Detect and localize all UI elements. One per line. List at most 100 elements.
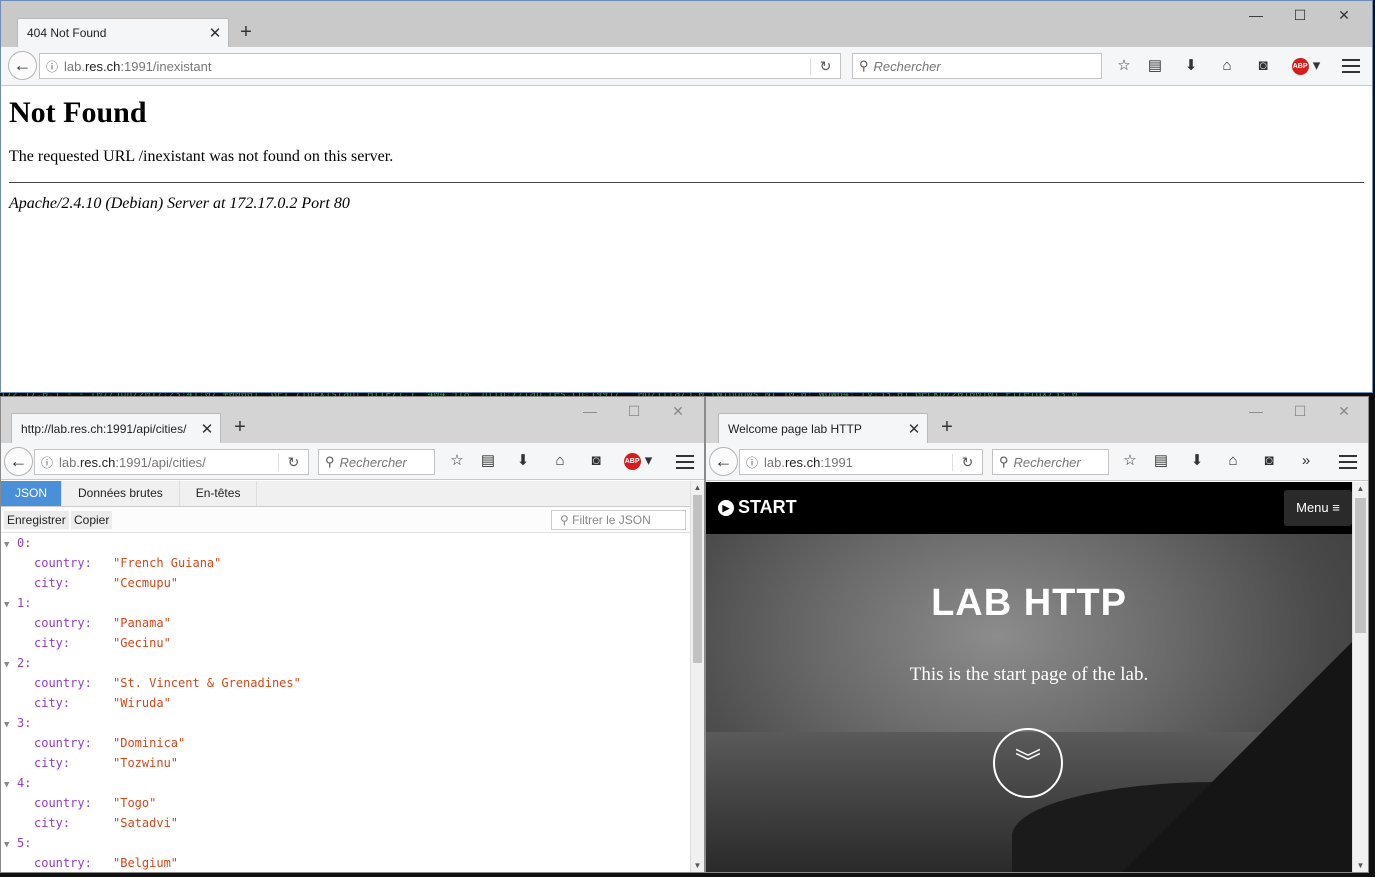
download-icon[interactable]: ⬇: [1185, 449, 1209, 473]
bars-icon: ≡: [1332, 500, 1340, 515]
reading-list-icon[interactable]: ▤: [1149, 449, 1173, 473]
tab-welcome[interactable]: Welcome page lab HTTP ✕: [718, 413, 928, 443]
pocket-icon[interactable]: ◙: [1251, 54, 1275, 78]
url-bar[interactable]: ⓘ lab.res.ch:1991/inexistant ↻: [39, 53, 841, 79]
adblock-icon[interactable]: ABP ▾: [1289, 54, 1323, 78]
expand-arrow-icon[interactable]: ▼: [1, 715, 17, 735]
reload-icon[interactable]: ↻: [952, 453, 982, 471]
new-tab-icon[interactable]: +: [236, 22, 256, 42]
close-tab-icon[interactable]: ✕: [906, 420, 922, 438]
json-index-row[interactable]: ▼ 4:: [1, 773, 690, 793]
scroll-up-icon[interactable]: ▲: [1353, 484, 1368, 493]
json-index-row[interactable]: ▼ 3:: [1, 713, 690, 733]
close-tab-icon[interactable]: ✕: [207, 24, 223, 42]
maximize-icon[interactable]: ☐: [612, 403, 656, 420]
window-controls: — ☐ ✕: [1234, 7, 1366, 24]
scrollbar[interactable]: ▲ ▼: [690, 481, 704, 872]
site-brand[interactable]: ▶ START: [718, 497, 797, 518]
close-tab-icon[interactable]: ✕: [199, 420, 215, 438]
expand-arrow-icon[interactable]: ▼: [1, 595, 17, 615]
tab-404[interactable]: 404 Not Found ✕: [17, 18, 229, 47]
page-content: Not Found The requested URL /inexistant …: [1, 86, 1372, 392]
info-icon[interactable]: ⓘ: [35, 454, 59, 471]
back-icon[interactable]: ←: [8, 51, 37, 80]
reading-list-icon[interactable]: ▤: [1143, 54, 1167, 78]
overflow-chevrons-icon[interactable]: »: [1294, 449, 1318, 473]
expand-arrow-icon[interactable]: ▼: [1, 775, 17, 795]
url-bar[interactable]: ⓘ lab.res.ch:1991 ↻: [739, 449, 983, 475]
json-city-row: city: "Cecmupu": [34, 576, 179, 590]
search-placeholder: Rechercher: [1013, 454, 1081, 470]
scroll-thumb[interactable]: [693, 495, 702, 663]
new-tab-icon[interactable]: +: [937, 417, 957, 437]
filter-json-input[interactable]: ⚲ Filtrer le JSON: [551, 510, 686, 530]
reload-icon[interactable]: ↻: [278, 453, 308, 471]
maximize-icon[interactable]: ☐: [1278, 403, 1322, 420]
pocket-icon[interactable]: ◙: [584, 449, 608, 473]
save-button[interactable]: Enregistrer: [4, 511, 69, 529]
new-tab-icon[interactable]: +: [230, 417, 250, 437]
pocket-icon[interactable]: ◙: [1257, 449, 1281, 473]
json-country-row: country: "Panama": [34, 616, 171, 630]
json-index-row[interactable]: ▼ 5:: [1, 833, 690, 853]
home-icon[interactable]: ⌂: [548, 449, 572, 473]
close-window-icon[interactable]: ✕: [1322, 403, 1366, 420]
star-icon[interactable]: ☆: [445, 449, 469, 473]
search-input[interactable]: ⚲ Rechercher: [318, 449, 435, 475]
back-icon[interactable]: ←: [709, 447, 738, 476]
reload-icon[interactable]: ↻: [810, 57, 840, 75]
menu-icon[interactable]: [676, 455, 694, 469]
scroll-thumb[interactable]: [1355, 498, 1366, 633]
json-tree: ▼ 0: country: "French Guiana" city: "Cecmupu"…: [1, 533, 690, 872]
json-country-row: country: "Togo": [34, 796, 157, 810]
site-menu-button[interactable]: Menu ≡: [1284, 490, 1352, 526]
scrollbar[interactable]: ▲ ▼: [1352, 482, 1368, 872]
tab-json-view[interactable]: JSON: [1, 481, 63, 506]
search-placeholder: Rechercher: [339, 454, 407, 470]
title-bar: Welcome page lab HTTP ✕ + — ☐ ✕: [706, 397, 1368, 443]
json-city-row: city: "Tozwinu": [34, 756, 179, 770]
url-text: lab.res.ch:1991/api/cities/: [59, 454, 206, 470]
close-window-icon[interactable]: ✕: [1322, 7, 1366, 24]
tab-json[interactable]: http://lab.res.ch:1991/api/cities/ ✕: [11, 413, 221, 443]
menu-icon[interactable]: [1342, 59, 1360, 73]
scroll-down-chevron-icon[interactable]: ︾: [993, 728, 1063, 798]
adblock-icon[interactable]: ABP ▾: [621, 449, 655, 473]
star-icon[interactable]: ☆: [1118, 449, 1142, 473]
download-icon[interactable]: ⬇: [511, 449, 535, 473]
info-icon[interactable]: ⓘ: [740, 454, 764, 471]
download-icon[interactable]: ⬇: [1179, 54, 1203, 78]
reading-list-icon[interactable]: ▤: [476, 449, 500, 473]
info-icon[interactable]: ⓘ: [40, 58, 64, 75]
expand-arrow-icon[interactable]: ▼: [1, 535, 17, 555]
home-icon[interactable]: ⌂: [1221, 449, 1245, 473]
url-text: lab.res.ch:1991/inexistant: [64, 58, 212, 74]
minimize-icon[interactable]: —: [1234, 7, 1278, 24]
expand-arrow-icon[interactable]: ▼: [1, 835, 17, 855]
copy-button[interactable]: Copier: [71, 511, 113, 529]
tab-raw-data[interactable]: Données brutes: [62, 481, 180, 506]
url-bar[interactable]: ⓘ lab.res.ch:1991/api/cities/ ↻: [34, 449, 309, 475]
error-message: The requested URL /inexistant was not fo…: [9, 148, 394, 165]
scroll-down-icon[interactable]: ▼: [1353, 861, 1368, 870]
star-icon[interactable]: ☆: [1112, 54, 1136, 78]
search-input[interactable]: ⚲ Rechercher: [852, 53, 1102, 79]
search-icon: ⚲: [999, 454, 1009, 469]
tab-headers[interactable]: En-têtes: [180, 481, 258, 506]
search-input[interactable]: ⚲ Rechercher: [992, 449, 1109, 475]
minimize-icon[interactable]: —: [1234, 403, 1278, 420]
back-icon[interactable]: ←: [4, 447, 33, 476]
json-index-row[interactable]: ▼ 2:: [1, 653, 690, 673]
maximize-icon[interactable]: ☐: [1278, 7, 1322, 24]
json-index-row[interactable]: ▼ 1:: [1, 593, 690, 613]
server-signature: Apache/2.4.10 (Debian) Server at 172.17.…: [9, 195, 350, 212]
json-index-row[interactable]: ▼ 0:: [1, 533, 690, 553]
expand-arrow-icon[interactable]: ▼: [1, 655, 17, 675]
scroll-down-icon[interactable]: ▼: [691, 861, 704, 870]
tab-title: 404 Not Found: [27, 26, 107, 40]
minimize-icon[interactable]: —: [568, 403, 612, 420]
close-window-icon[interactable]: ✕: [656, 403, 700, 420]
home-icon[interactable]: ⌂: [1215, 54, 1239, 78]
scroll-up-icon[interactable]: ▲: [691, 483, 704, 492]
menu-icon[interactable]: [1339, 455, 1357, 469]
